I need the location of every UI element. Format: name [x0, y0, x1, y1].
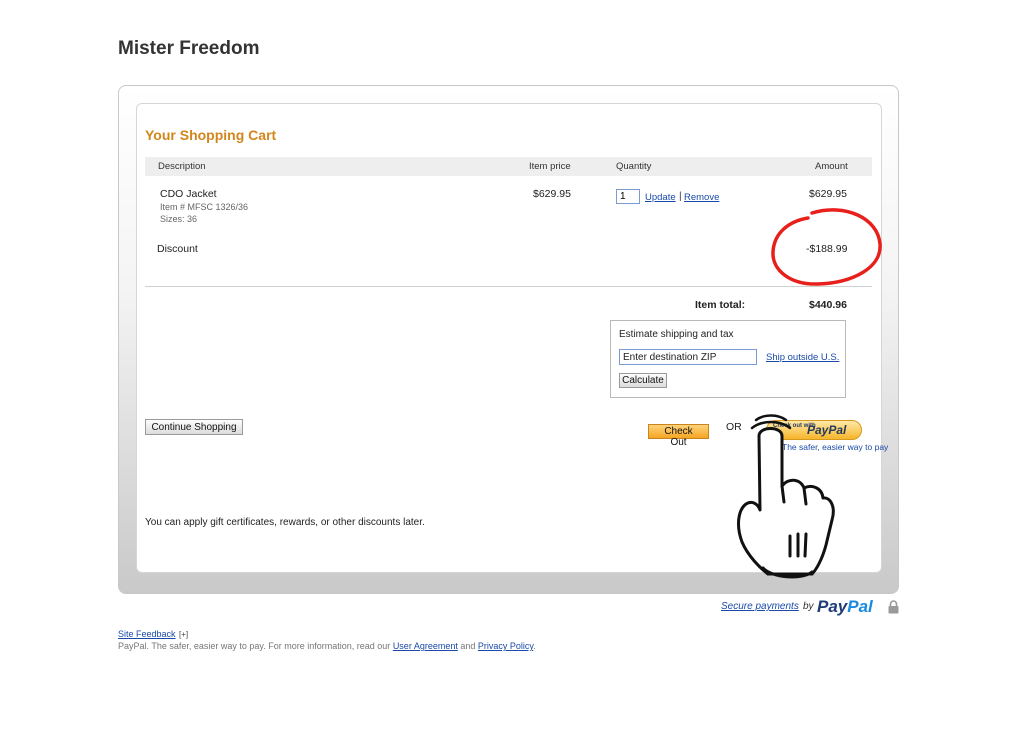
user-agreement-link[interactable]: User Agreement — [393, 641, 458, 651]
column-description: Description — [158, 161, 206, 172]
shipping-estimate-title: Estimate shipping and tax — [619, 329, 734, 340]
feedback-expand[interactable]: [+] — [179, 630, 188, 639]
cart-title: Your Shopping Cart — [145, 127, 277, 143]
paypal-button-logo: PayPal — [807, 423, 847, 437]
or-label: OR — [726, 421, 742, 433]
paypal-tagline: The safer, easier way to pay — [782, 442, 889, 452]
paypal-logo-pal: Pal — [847, 597, 873, 616]
column-item-price: Item price — [529, 161, 571, 172]
update-link[interactable]: Update — [645, 192, 676, 203]
gift-note: You can apply gift certificates, rewards… — [145, 517, 425, 528]
discount-label: Discount — [157, 243, 198, 255]
paypal-logo: PayPal — [817, 597, 873, 617]
paypal-logo-pay: Pay — [817, 597, 848, 616]
cart-table-header — [145, 157, 872, 176]
secure-payments-link[interactable]: Secure payments — [721, 601, 799, 612]
item-number: Item # MFSC 1326/36 — [160, 202, 249, 212]
item-amount: $629.95 — [809, 188, 847, 200]
footer-text-before: PayPal. The safer, easier way to pay. Fo… — [118, 641, 391, 651]
item-size: Sizes: 36 — [160, 214, 198, 224]
calculate-button[interactable]: Calculate — [619, 373, 667, 388]
paypal-checkout-button[interactable]: Check out with PayPal — [766, 420, 862, 440]
item-total-value: $440.96 — [809, 299, 847, 311]
footer-period: . — [533, 641, 536, 651]
link-separator: | — [679, 191, 682, 202]
site-feedback-link[interactable]: Site Feedback — [118, 629, 176, 639]
item-total-label: Item total: — [695, 299, 746, 311]
column-quantity: Quantity — [616, 161, 652, 172]
footer-and: and — [460, 641, 476, 651]
discount-amount: -$188.99 — [806, 243, 848, 255]
remove-link[interactable]: Remove — [684, 192, 719, 203]
quantity-input[interactable] — [616, 189, 640, 204]
divider — [145, 286, 872, 287]
footer-text: PayPal. The safer, easier way to pay. Fo… — [118, 641, 536, 651]
ship-outside-link[interactable]: Ship outside U.S. — [766, 352, 839, 363]
column-amount: Amount — [815, 161, 848, 172]
check-out-button[interactable]: Check Out — [648, 424, 709, 448]
merchant-name: Mister Freedom — [118, 38, 260, 59]
item-price: $629.95 — [533, 188, 571, 200]
secure-by-label: by — [803, 601, 814, 612]
privacy-policy-link[interactable]: Privacy Policy — [478, 641, 533, 651]
zip-input[interactable] — [619, 349, 757, 365]
continue-shopping-button[interactable]: Continue Shopping — [145, 419, 243, 435]
lock-icon — [888, 600, 899, 614]
item-name: CDO Jacket — [160, 188, 217, 200]
